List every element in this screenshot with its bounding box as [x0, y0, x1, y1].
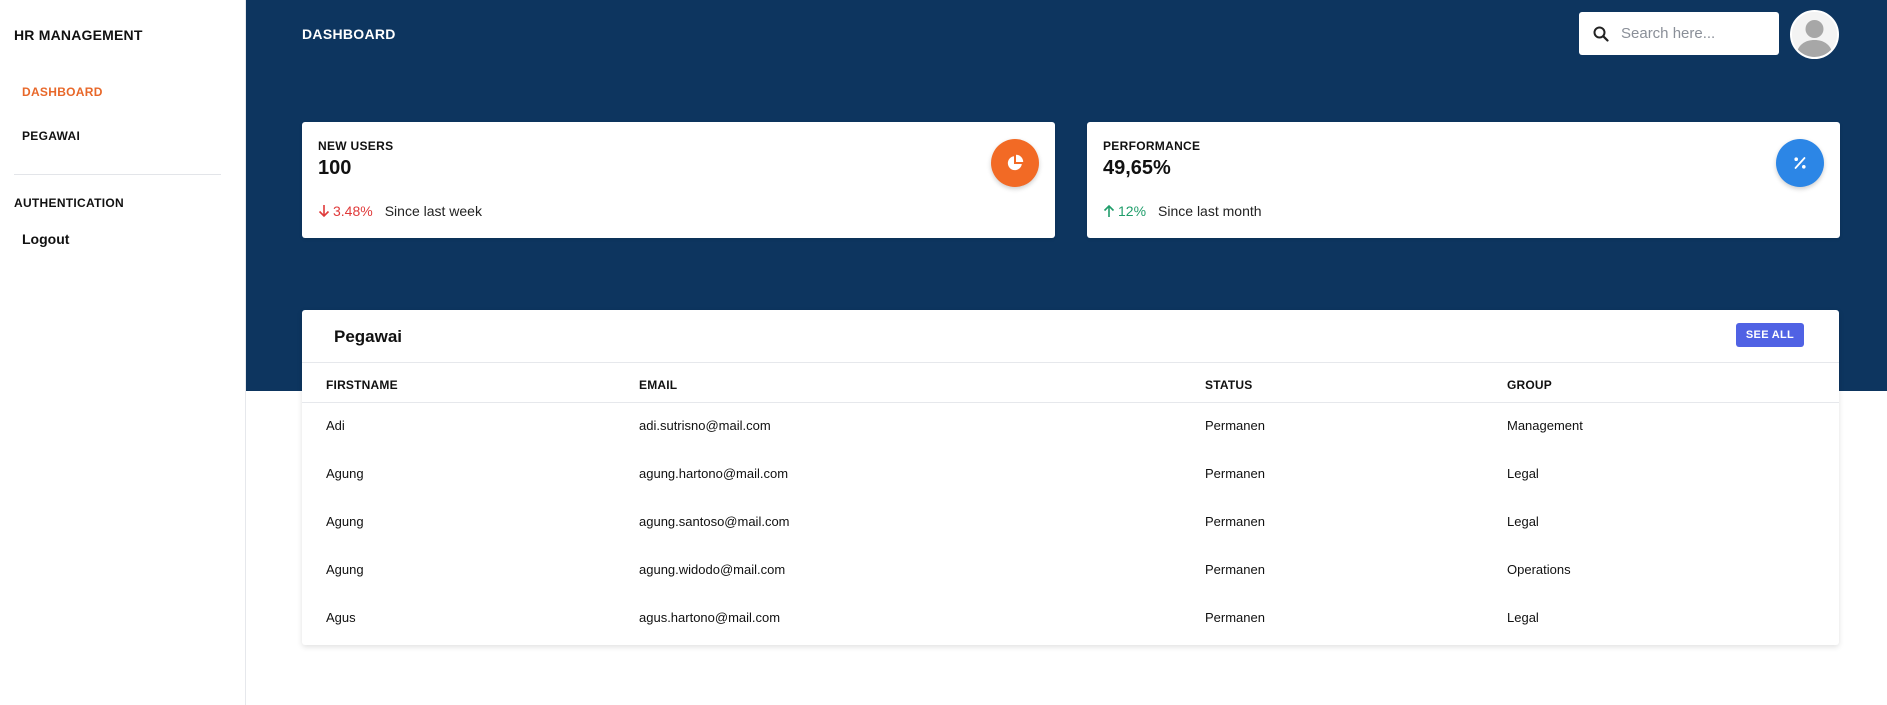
- cell-email: agung.santoso@mail.com: [639, 514, 790, 529]
- cell-group: Management: [1507, 418, 1583, 433]
- column-header-firstname: FIRSTNAME: [326, 378, 398, 392]
- section-heading-authentication: AUTHENTICATION: [14, 196, 124, 210]
- stat-label: NEW USERS: [318, 139, 394, 153]
- pie-chart-icon: [991, 139, 1039, 187]
- table-row[interactable]: Agung agung.santoso@mail.com Permanen Le…: [302, 500, 1839, 548]
- sidebar-divider: [14, 174, 221, 175]
- table-header-row: FIRSTNAME EMAIL STATUS GROUP: [302, 363, 1839, 403]
- cell-status: Permanen: [1205, 610, 1265, 625]
- table-row[interactable]: Agung agung.widodo@mail.com Permanen Ope…: [302, 548, 1839, 596]
- since-text: Since last month: [1158, 203, 1262, 219]
- cell-group: Legal: [1507, 610, 1539, 625]
- cell-email: agus.hartono@mail.com: [639, 610, 781, 625]
- trend-indicator: 12%: [1103, 203, 1146, 219]
- cell-firstname: Agung: [326, 562, 364, 577]
- stat-footer: 3.48% Since last week: [318, 203, 482, 219]
- stat-value: 49,65%: [1103, 157, 1171, 179]
- table-row[interactable]: Agung agung.hartono@mail.com Permanen Le…: [302, 452, 1839, 500]
- logout-link[interactable]: Logout: [22, 231, 69, 247]
- cell-email: agung.hartono@mail.com: [639, 466, 789, 481]
- cell-firstname: Agung: [326, 466, 364, 481]
- cell-email: adi.sutrisno@mail.com: [639, 418, 771, 433]
- table-title: Pegawai: [334, 327, 403, 346]
- since-text: Since last week: [384, 203, 482, 219]
- cell-firstname: Agung: [326, 514, 364, 529]
- sidebar: HR MANAGEMENT DASHBOARD PEGAWAI AUTHENTI…: [0, 0, 246, 705]
- column-header-group: GROUP: [1507, 378, 1553, 392]
- stat-card-new-users: NEW USERS 100 3.48% Since last week: [302, 122, 1055, 238]
- search-input[interactable]: [1621, 25, 1771, 42]
- cell-status: Permanen: [1205, 562, 1265, 577]
- arrow-down-icon: [318, 205, 330, 218]
- percent-icon: [1776, 139, 1824, 187]
- trend-value: 12%: [1118, 203, 1147, 219]
- cell-status: Permanen: [1205, 514, 1265, 529]
- page-title: DASHBOARD: [302, 26, 396, 42]
- cell-group: Legal: [1507, 466, 1539, 481]
- table-row[interactable]: Adi adi.sutrisno@mail.com Permanen Manag…: [302, 404, 1839, 452]
- stat-card-performance: PERFORMANCE 49,65% 12% Since last month: [1087, 122, 1840, 238]
- brand-title: HR MANAGEMENT: [14, 27, 143, 43]
- trend-value: 3.48%: [333, 203, 373, 219]
- see-all-button[interactable]: SEE ALL: [1736, 323, 1804, 347]
- search-box[interactable]: [1579, 12, 1779, 55]
- cell-email: agung.widodo@mail.com: [639, 562, 786, 577]
- cell-status: Permanen: [1205, 418, 1265, 433]
- stat-value: 100: [318, 157, 352, 179]
- cell-group: Legal: [1507, 514, 1539, 529]
- pegawai-table-card: Pegawai SEE ALL FIRSTNAME EMAIL STATUS G…: [302, 310, 1839, 645]
- cell-firstname: Agus: [326, 610, 356, 625]
- stat-label: PERFORMANCE: [1103, 139, 1201, 153]
- sidebar-item-dashboard[interactable]: DASHBOARD: [22, 85, 103, 99]
- sidebar-item-pegawai[interactable]: PEGAWAI: [22, 129, 80, 143]
- column-header-email: EMAIL: [639, 378, 678, 392]
- cell-status: Permanen: [1205, 466, 1265, 481]
- search-icon: [1593, 26, 1609, 42]
- user-avatar-icon[interactable]: [1790, 10, 1839, 59]
- cell-firstname: Adi: [326, 418, 345, 433]
- table-row[interactable]: Agus agus.hartono@mail.com Permanen Lega…: [302, 596, 1839, 644]
- stat-footer: 12% Since last month: [1103, 203, 1262, 219]
- table-body: Adi adi.sutrisno@mail.com Permanen Manag…: [302, 404, 1839, 644]
- trend-indicator: 3.48%: [318, 203, 373, 219]
- column-header-status: STATUS: [1205, 378, 1253, 392]
- arrow-up-icon: [1103, 204, 1115, 217]
- cell-group: Operations: [1507, 562, 1571, 577]
